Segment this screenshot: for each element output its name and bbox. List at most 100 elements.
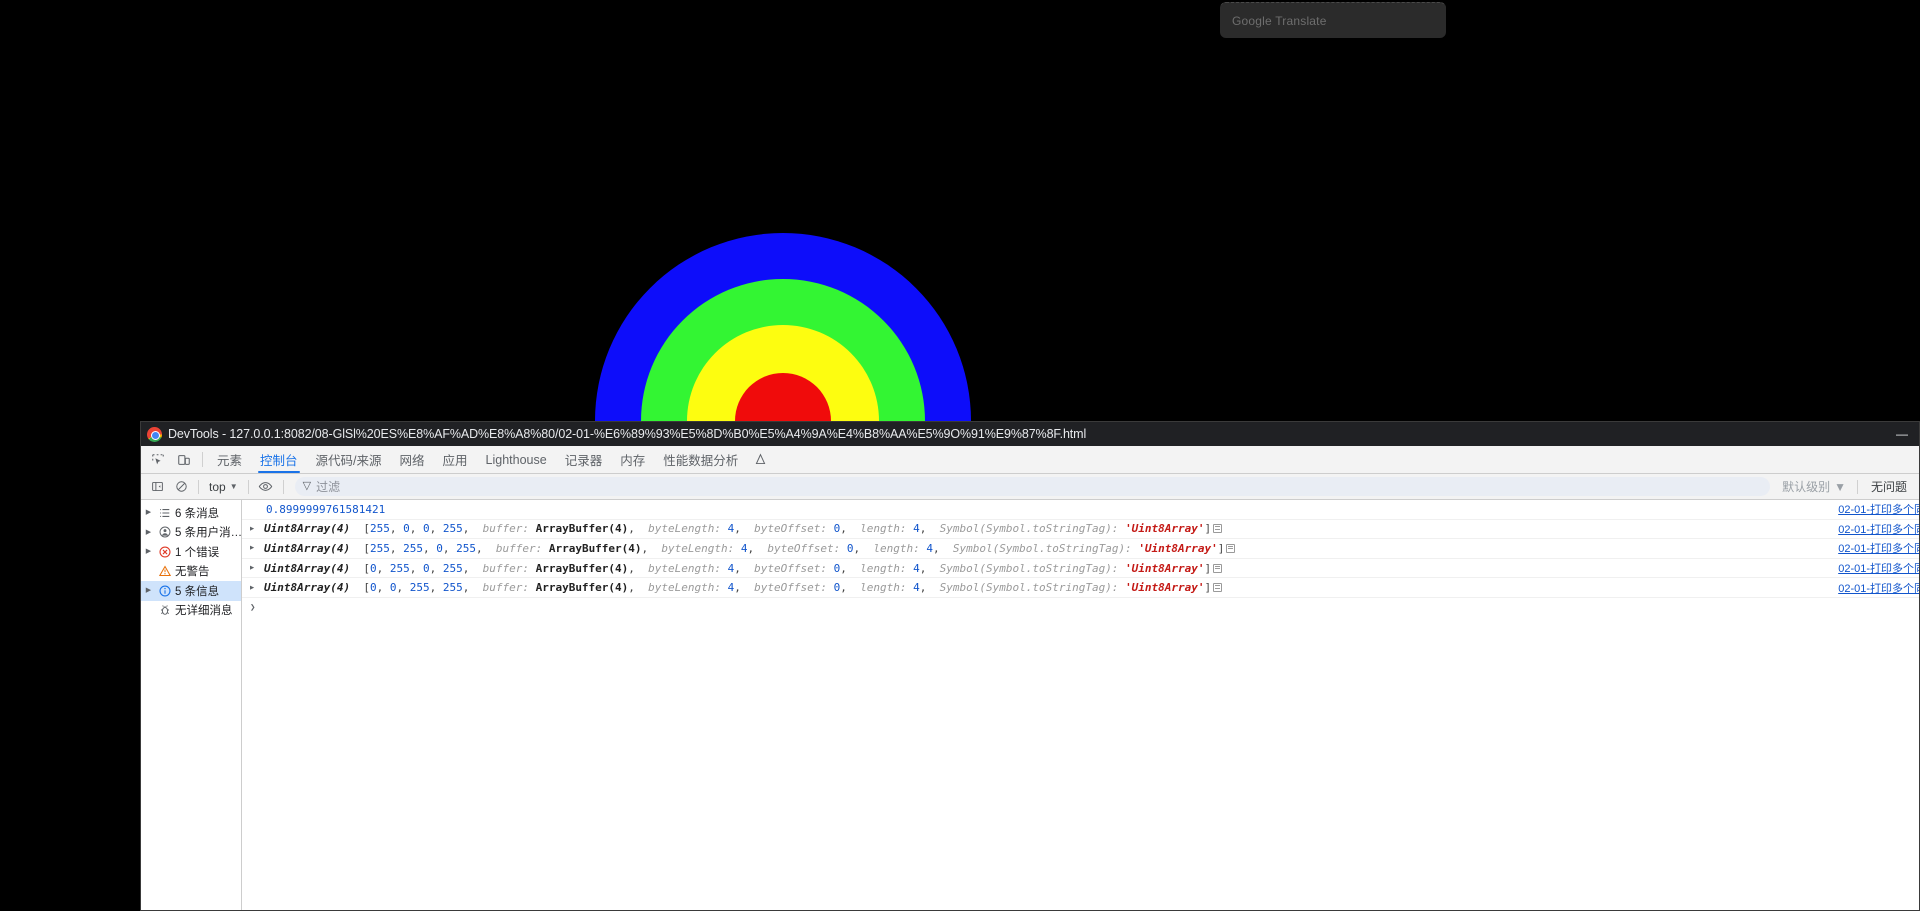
array-value-3: 255 bbox=[442, 522, 463, 536]
sidebar-item-messages[interactable]: ▶ 6 条消息 bbox=[141, 503, 241, 523]
source-link[interactable]: 02-01-打印多个同 bbox=[1838, 540, 1919, 556]
more-tabs-icon[interactable] bbox=[747, 446, 773, 473]
buffer-key: buffer: bbox=[482, 561, 529, 575]
array-value-2: 0 bbox=[436, 541, 443, 555]
inspect-element-icon[interactable] bbox=[145, 446, 171, 473]
execution-context-label: top bbox=[209, 479, 226, 494]
object-info-icon[interactable] bbox=[1213, 524, 1223, 534]
length-value: 4 bbox=[913, 522, 920, 536]
console-message-typed-array[interactable]: ▶ Uint8Array(4) [255, 0, 0, 255, buffer:… bbox=[242, 520, 1919, 540]
source-link[interactable]: 02-01-打印多个同 bbox=[1838, 560, 1919, 576]
console-message-typed-array[interactable]: ▶ Uint8Array(4) [255, 255, 0, 255, buffe… bbox=[242, 539, 1919, 559]
sidebar-item-label: 无警告 bbox=[175, 566, 210, 579]
array-value-3: 255 bbox=[456, 541, 476, 555]
buffer-key: buffer: bbox=[495, 541, 543, 555]
number-value: 0.8999999761581421 bbox=[266, 502, 386, 516]
device-toolbar-icon[interactable] bbox=[171, 446, 197, 473]
tab-sources[interactable]: 源代码/来源 bbox=[307, 446, 391, 473]
sidebar-item-verbose[interactable]: 无详细消息 bbox=[141, 601, 241, 621]
bug-verbose-icon bbox=[157, 604, 172, 616]
tab-lighthouse[interactable]: Lighthouse bbox=[477, 446, 556, 473]
source-link[interactable]: 02-01-打印多个同 bbox=[1838, 580, 1919, 596]
disclosure-arrow-icon[interactable]: ▶ bbox=[143, 587, 154, 594]
array-constructor: Uint8Array(4) bbox=[264, 581, 351, 595]
array-constructor: Uint8Array(4) bbox=[264, 541, 351, 555]
sidebar-item-warnings[interactable]: 无警告 bbox=[141, 562, 241, 582]
sidebar-item-info[interactable]: ▶ 5 条信息 bbox=[141, 581, 241, 601]
tab-console[interactable]: 控制台 bbox=[251, 446, 307, 473]
buffer-key: buffer: bbox=[482, 581, 529, 595]
expand-arrow-icon[interactable]: ▶ bbox=[250, 564, 254, 572]
source-link[interactable]: 02-01-打印多个同 bbox=[1838, 521, 1919, 537]
devtools-tab-bar: 元素 控制台 源代码/来源 网络 应用 Lighthouse 记录器 内存 性能… bbox=[141, 446, 1919, 474]
disclosure-arrow-icon[interactable]: ▶ bbox=[143, 509, 154, 516]
window-controls: — bbox=[1885, 422, 1919, 446]
array-value-1: 0 bbox=[389, 581, 397, 595]
web-page-viewport bbox=[0, 0, 1920, 421]
length-key: length: bbox=[860, 581, 907, 595]
symbol-key: Symbol(Symbol.toStringTag): bbox=[939, 581, 1119, 595]
buffer-value: ArrayBuffer(4) bbox=[535, 581, 629, 595]
clear-console-icon[interactable] bbox=[169, 476, 193, 498]
tab-memory[interactable]: 内存 bbox=[611, 446, 654, 473]
buffer-value: ArrayBuffer(4) bbox=[548, 541, 642, 555]
log-level-selector[interactable]: 默认级别 ▼ bbox=[1776, 478, 1852, 495]
expand-arrow-icon[interactable]: ▶ bbox=[250, 544, 254, 552]
console-panel: ▶ 6 条消息 ▶ 5 条用户消… ▶ 1 个错误 无警告 ▶ 5 条信息 无详… bbox=[141, 500, 1919, 910]
byte-offset-value: 0 bbox=[833, 561, 841, 575]
tabbar-divider bbox=[202, 452, 203, 467]
console-message-list[interactable]: 0.8999999761581421 02-01-打印多个同 ▶ Uint8Ar… bbox=[242, 500, 1919, 910]
array-constructor: Uint8Array(4) bbox=[264, 522, 351, 536]
console-prompt[interactable]: ❯ bbox=[242, 598, 1919, 618]
expand-arrow-icon[interactable]: ▶ bbox=[250, 584, 254, 591]
symbol-value: 'Uint8Array' bbox=[1125, 581, 1205, 595]
live-expression-icon[interactable] bbox=[254, 476, 278, 498]
tab-recorder[interactable]: 记录器 bbox=[556, 446, 612, 473]
object-info-icon[interactable] bbox=[1226, 543, 1236, 553]
tab-elements[interactable]: 元素 bbox=[208, 446, 251, 473]
array-value-3: 255 bbox=[442, 581, 463, 595]
sidebar-item-user-messages[interactable]: ▶ 5 条用户消… bbox=[141, 523, 241, 543]
disclosure-arrow-icon[interactable]: ▶ bbox=[143, 529, 154, 536]
expand-arrow-icon[interactable]: ▶ bbox=[250, 525, 254, 532]
execution-context-selector[interactable]: top ▼ bbox=[204, 480, 243, 494]
filter-input[interactable]: ▽ 过滤 bbox=[294, 477, 1771, 496]
tab-network[interactable]: 网络 bbox=[391, 446, 434, 473]
console-message-number[interactable]: 0.8999999761581421 02-01-打印多个同 bbox=[242, 500, 1919, 520]
sidebar-item-label: 5 条用户消… bbox=[175, 527, 241, 540]
object-info-icon[interactable] bbox=[1213, 563, 1223, 573]
object-info-icon[interactable] bbox=[1213, 583, 1223, 593]
chevron-down-icon: ▼ bbox=[1834, 479, 1846, 494]
array-value-2: 0 bbox=[422, 561, 430, 575]
byte-length-key: byteLength: bbox=[648, 561, 722, 575]
symbol-value: 'Uint8Array' bbox=[1138, 541, 1218, 555]
error-circle-icon bbox=[157, 546, 172, 558]
google-translate-popup[interactable]: Google Translate bbox=[1220, 2, 1446, 38]
byte-offset-value: 0 bbox=[846, 541, 854, 555]
symbol-key: Symbol(Symbol.toStringTag): bbox=[939, 522, 1119, 536]
array-value-1: 255 bbox=[403, 541, 423, 555]
disclosure-arrow-icon[interactable]: ▶ bbox=[143, 548, 154, 555]
info-circle-icon bbox=[157, 585, 172, 597]
console-toolbar: top ▼ ▽ 过滤 默认级别 ▼ 无问题 bbox=[141, 474, 1919, 500]
length-key: length: bbox=[860, 561, 907, 575]
length-value: 4 bbox=[926, 541, 933, 555]
console-message-typed-array[interactable]: ▶ Uint8Array(4) [0, 255, 0, 255, buffer:… bbox=[242, 559, 1919, 579]
console-sidebar-toggle-icon[interactable] bbox=[145, 476, 169, 498]
tab-application[interactable]: 应用 bbox=[434, 446, 477, 473]
source-link[interactable]: 02-01-打印多个同 bbox=[1838, 501, 1919, 517]
byte-length-value: 4 bbox=[727, 561, 735, 575]
byte-length-value: 4 bbox=[727, 522, 735, 536]
minimize-button[interactable]: — bbox=[1885, 422, 1919, 446]
filter-placeholder: 过滤 bbox=[316, 480, 341, 494]
array-value-3: 255 bbox=[442, 561, 463, 575]
sidebar-item-errors[interactable]: ▶ 1 个错误 bbox=[141, 542, 241, 562]
issues-status[interactable]: 无问题 bbox=[1863, 478, 1915, 495]
buffer-value: ArrayBuffer(4) bbox=[535, 561, 629, 575]
tab-performance-insights[interactable]: 性能数据分析 bbox=[654, 446, 747, 473]
console-message-typed-array[interactable]: ▶ Uint8Array(4) [0, 0, 255, 255, buffer:… bbox=[242, 578, 1919, 598]
warning-triangle-icon bbox=[157, 565, 172, 577]
array-value-0: 0 bbox=[369, 561, 377, 575]
chrome-logo-icon bbox=[147, 426, 162, 442]
array-value-0: 255 bbox=[369, 541, 390, 555]
